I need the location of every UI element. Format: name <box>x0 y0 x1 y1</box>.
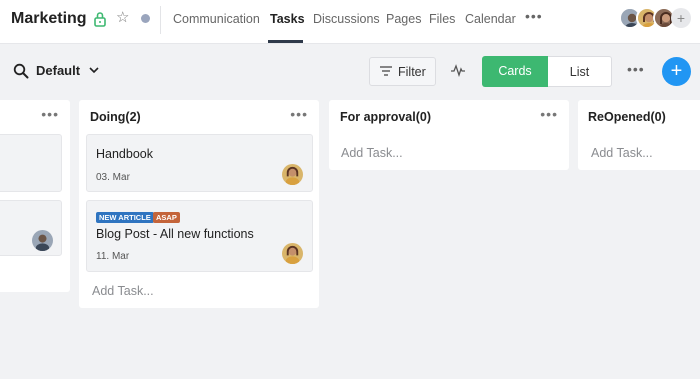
add-task-link[interactable]: Add Task... <box>591 146 653 160</box>
status-dot-icon[interactable] <box>141 14 150 23</box>
assignee-avatar <box>32 230 53 251</box>
card-title: Handbook <box>96 147 153 161</box>
tabs-more-icon[interactable]: ••• <box>525 8 543 24</box>
page-title: Marketing <box>11 10 87 27</box>
assignee-avatar <box>282 243 303 264</box>
filter-button[interactable]: Filter <box>369 57 436 86</box>
view-selector[interactable]: Default <box>36 63 80 78</box>
board-column-doing: Doing(2) ••• Handbook 03. Mar NEW ARTICL… <box>79 100 319 308</box>
assignee-avatar <box>282 164 303 185</box>
card-due-date: 03. Mar <box>96 172 130 183</box>
task-card-blog-post[interactable]: NEW ARTICLE ASAP Blog Post - All new fun… <box>86 200 313 272</box>
star-icon[interactable]: ☆ <box>116 10 129 26</box>
task-card[interactable] <box>0 134 62 192</box>
search-icon[interactable] <box>13 63 29 79</box>
divider <box>160 6 161 34</box>
tab-tasks[interactable]: Tasks <box>270 12 305 26</box>
add-task-link[interactable]: Add Task... <box>92 284 154 298</box>
add-task-link[interactable]: Add Task... <box>341 146 403 160</box>
tag-badge-new-article: NEW ARTICLE <box>96 212 154 223</box>
toolbar-more-icon[interactable]: ••• <box>627 61 645 77</box>
activity-icon[interactable] <box>451 63 465 77</box>
chevron-down-icon[interactable] <box>89 66 99 74</box>
board-column-for-approval: For approval(0) ••• Add Task... <box>329 100 569 170</box>
cards-view-toggle[interactable]: Cards <box>482 56 548 87</box>
column-more-icon[interactable]: ••• <box>540 106 558 122</box>
add-task-button[interactable]: + <box>662 57 691 86</box>
tab-communication[interactable]: Communication <box>173 12 260 26</box>
board-column-reopened: ReOpened(0) Add Task... <box>578 100 700 170</box>
lock-icon[interactable] <box>93 11 107 27</box>
column-title: Doing(2) <box>90 110 141 124</box>
column-more-icon[interactable]: ••• <box>290 106 308 122</box>
card-title: Blog Post - All new functions <box>96 227 254 241</box>
top-bar: Marketing ☆ Communication Tasks Discussi… <box>0 0 700 44</box>
tab-discussions[interactable]: Discussions <box>313 12 380 26</box>
filter-icon <box>380 66 392 76</box>
column-title: For approval(0) <box>340 110 431 124</box>
tab-calendar[interactable]: Calendar <box>465 12 516 26</box>
task-card[interactable] <box>0 200 62 256</box>
filter-label: Filter <box>398 65 426 79</box>
card-due-date: 11. Mar <box>96 251 130 262</box>
tab-pages[interactable]: Pages <box>386 12 421 26</box>
tag-badge-asap: ASAP <box>153 212 180 223</box>
list-view-toggle[interactable]: List <box>548 56 612 87</box>
column-title: ReOpened(0) <box>588 110 666 124</box>
column-more-icon[interactable]: ••• <box>41 106 59 122</box>
tab-files[interactable]: Files <box>429 12 455 26</box>
active-tab-indicator <box>268 40 303 43</box>
task-card-handbook[interactable]: Handbook 03. Mar <box>86 134 313 192</box>
add-member-button[interactable]: + <box>671 8 691 28</box>
board-column: ••• <box>0 100 70 292</box>
